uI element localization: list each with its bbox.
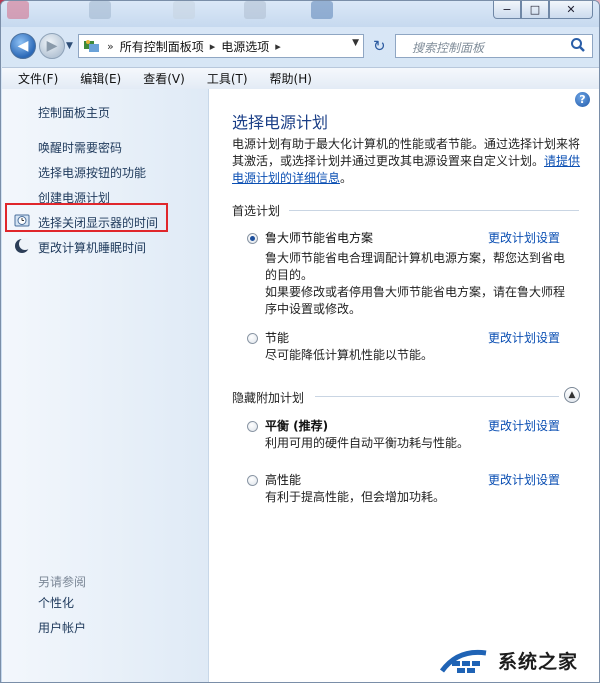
plan-name-balanced[interactable]: 平衡 (推荐)	[265, 417, 328, 434]
hidden-plans-heading: 隐藏附加计划	[232, 391, 305, 405]
menu-tools[interactable]: 工具(T)	[191, 70, 254, 87]
forward-button[interactable]: ▶	[39, 33, 65, 59]
change-plan-settings-link[interactable]: 更改计划设置	[488, 471, 560, 488]
see-also-user-accounts-link[interactable]: 用户帐户	[38, 619, 86, 636]
title-bar: − □ ✕	[1, 1, 599, 27]
breadcrumb-power-options[interactable]: 电源选项	[221, 38, 269, 55]
plan-name-ludashi[interactable]: 鲁大师节能省电方案	[265, 229, 373, 246]
plan-name-high-performance[interactable]: 高性能	[265, 471, 301, 488]
see-also-heading: 另请参阅	[38, 575, 87, 589]
task-pane: 控制面板主页 唤醒时需要密码 选择电源按钮的功能 创建电源计划 选择关闭显示器的…	[2, 89, 209, 682]
site-watermark: 系统之家	[434, 637, 599, 682]
address-dropdown-icon[interactable]: ▼	[352, 38, 359, 48]
sidebar-link-power-buttons[interactable]: 选择电源按钮的功能	[38, 164, 146, 181]
desktop-icon	[7, 1, 29, 19]
watermark-text: 系统之家	[498, 651, 579, 673]
menu-bar: 文件(F) 编辑(E) 查看(V) 工具(T) 帮助(H)	[2, 67, 599, 90]
search-placeholder: 搜索控制面板	[412, 41, 485, 55]
menu-view[interactable]: 查看(V)	[127, 70, 191, 87]
desktop-icon	[89, 1, 111, 19]
refresh-icon[interactable]: ↻	[373, 37, 386, 55]
chevron-right-icon[interactable]: ▸	[210, 40, 216, 53]
plan-desc-high-performance: 有利于提高性能，但会增加功耗。	[265, 490, 446, 504]
plan-radio-power-saver[interactable]	[247, 333, 258, 344]
search-icon[interactable]	[570, 37, 586, 53]
menu-file[interactable]: 文件(F)	[2, 70, 64, 87]
menu-edit[interactable]: 编辑(E)	[64, 70, 127, 87]
collapse-chevron-up-icon[interactable]: ▲	[564, 387, 580, 403]
watermark-logo-icon	[439, 649, 487, 673]
control-panel-home-link[interactable]: 控制面板主页	[38, 104, 110, 121]
plan-desc-ludashi: 鲁大师节能省电合理调配计算机电源方案，帮您达到省电的目的。	[265, 251, 566, 282]
plan-desc-balanced: 利用可用的硬件自动平衡功耗与性能。	[265, 436, 470, 450]
maximize-button[interactable]: □	[521, 1, 549, 19]
change-plan-settings-link[interactable]: 更改计划设置	[488, 329, 560, 346]
plan-desc-ludashi-note: 如果要修改或者停用鲁大师节能省电方案，请在鲁大师程序中设置或修改。	[265, 285, 566, 316]
main-content: ? 选择电源计划 电源计划有助于最大化计算机的性能或者节能。通过选择计划来将其激…	[209, 89, 599, 682]
back-button[interactable]: ◀	[10, 33, 36, 59]
recent-pages-dropdown-icon[interactable]: ▼	[66, 41, 73, 51]
plan-details-link[interactable]: 请提供	[544, 154, 580, 168]
minimize-button[interactable]: −	[493, 1, 521, 19]
plan-details-link-continued[interactable]: 电源计划的详细信息	[232, 171, 340, 185]
plan-desc-power-saver: 尽可能降低计算机性能以节能。	[265, 348, 434, 362]
breadcrumb-all-items[interactable]: 所有控制面板项	[120, 38, 204, 55]
change-plan-settings-link[interactable]: 更改计划设置	[488, 229, 560, 246]
control-panel-icon	[84, 40, 99, 52]
desktop-icon	[311, 1, 333, 19]
chevron-right-icon[interactable]: ▸	[275, 40, 281, 53]
change-plan-settings-link[interactable]: 更改计划设置	[488, 417, 560, 434]
arrow-right-icon: ▶	[46, 38, 58, 54]
sleep-moon-icon	[15, 238, 30, 253]
description-end: 。	[340, 171, 353, 185]
navigation-bar: ◀ ▶ ▼ » 所有控制面板项 ▸ 电源选项 ▸ ▼ ↻ 搜索控制面板	[1, 29, 599, 65]
address-bar[interactable]: » 所有控制面板项 ▸ 电源选项 ▸ ▼	[78, 34, 364, 58]
menu-help[interactable]: 帮助(H)	[254, 70, 318, 87]
plan-radio-ludashi[interactable]	[247, 233, 258, 244]
sidebar-link-sleep-time[interactable]: 更改计算机睡眠时间	[38, 239, 146, 256]
plan-radio-high-performance[interactable]	[247, 475, 258, 486]
page-title: 选择电源计划	[232, 113, 329, 132]
plan-radio-balanced[interactable]	[247, 421, 258, 432]
plan-name-power-saver[interactable]: 节能	[265, 329, 289, 346]
desktop-icon	[244, 1, 266, 19]
desktop-icon	[173, 1, 195, 19]
section-divider	[315, 396, 559, 397]
see-also-personalization-link[interactable]: 个性化	[38, 594, 74, 611]
sidebar-link-wake-password[interactable]: 唤醒时需要密码	[38, 139, 122, 156]
help-icon[interactable]: ?	[575, 92, 590, 107]
search-input[interactable]: 搜索控制面板	[395, 34, 593, 58]
breadcrumb: 所有控制面板项 ▸ 电源选项 ▸	[120, 38, 287, 55]
breadcrumb-separator-icon[interactable]: »	[107, 40, 114, 53]
section-divider	[289, 210, 579, 211]
control-panel-window: − □ ✕ ◀ ▶ ▼ » 所有控制面板项 ▸ 电源选项 ▸ ▼ ↻ 搜索控制面…	[0, 0, 600, 683]
close-button[interactable]: ✕	[549, 1, 593, 19]
page-description: 电源计划有助于最大化计算机的性能或者节能。通过选择计划来将其激活，或选择计划并通…	[232, 136, 584, 187]
preferred-plans-heading: 首选计划	[232, 204, 281, 218]
annotation-highlight-box	[5, 203, 168, 232]
description-text: 电源计划有助于最大化计算机的性能或者节能。通过选择计划来将其激活，或选择计划并通…	[232, 137, 581, 168]
arrow-left-icon: ◀	[17, 38, 29, 54]
